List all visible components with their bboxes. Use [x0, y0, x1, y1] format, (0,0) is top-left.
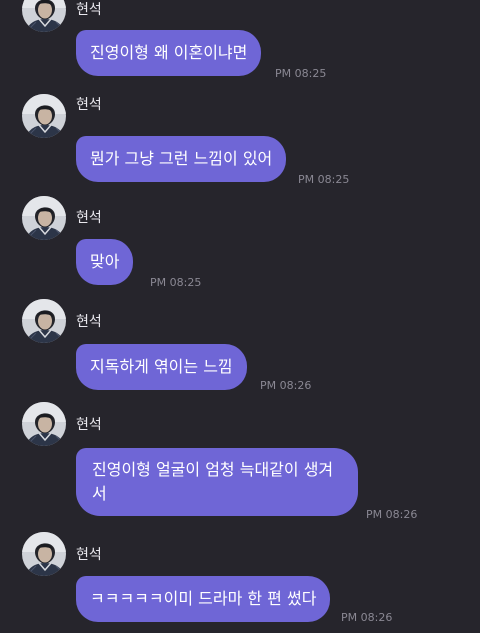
avatar[interactable] [22, 196, 66, 240]
message-bubble[interactable]: 맞아 [76, 239, 134, 285]
avatar[interactable] [22, 299, 66, 343]
sender-name: 현석 [76, 210, 102, 226]
sender-name: 현석 [76, 547, 102, 563]
message-time: PM 08:26 [366, 508, 418, 521]
avatar[interactable] [22, 402, 66, 446]
profile-photo-icon [22, 0, 66, 32]
profile-photo-icon [22, 94, 66, 138]
sender-name: 현석 [76, 97, 102, 113]
message-bubble[interactable]: 지독하게 엮이는 느낌 [76, 344, 247, 390]
chat-message-list[interactable]: 현석 진영이형 왜 이혼이냐면 PM 08:25 현석 뭔가 그냥 그런 느낌이… [0, 0, 480, 633]
message-bubble[interactable]: 뭔가 그냥 그런 느낌이 있어 [76, 136, 287, 182]
profile-photo-icon [22, 196, 66, 240]
avatar[interactable] [22, 532, 66, 576]
message-bubble[interactable]: 진영이형 왜 이혼이냐면 [76, 30, 262, 76]
avatar[interactable] [22, 0, 66, 32]
message-bubble[interactable]: ㅋㅋㅋㅋㅋ이미 드라마 한 편 썼다 [76, 576, 331, 622]
message-time: PM 08:25 [150, 276, 202, 289]
profile-photo-icon [22, 299, 66, 343]
message-time: PM 08:25 [275, 67, 327, 80]
message-time: PM 08:26 [260, 379, 312, 392]
sender-name: 현석 [76, 314, 102, 330]
message-time: PM 08:25 [298, 173, 350, 186]
sender-name: 현석 [76, 417, 102, 433]
message-bubble[interactable]: 진영이형 얼굴이 엄청 늑대같이 생겨서 [76, 448, 358, 516]
sender-name: 현석 [76, 2, 102, 18]
message-time: PM 08:26 [341, 611, 393, 624]
profile-photo-icon [22, 532, 66, 576]
avatar[interactable] [22, 94, 66, 138]
profile-photo-icon [22, 402, 66, 446]
